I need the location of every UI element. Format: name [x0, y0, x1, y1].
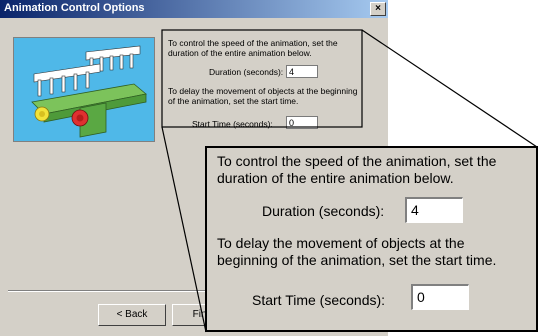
zoom-speed-line-2: duration of the entire animation below. — [217, 170, 454, 186]
zoom-start-time-input[interactable]: 0 — [411, 284, 469, 310]
zoomed-settings-callout: To control the speed of the animation, s… — [205, 146, 538, 332]
zoom-start-time-label: Start Time (seconds): — [252, 292, 386, 308]
zoom-duration-label: Duration (seconds): — [262, 203, 385, 219]
zoom-duration-input[interactable]: 4 — [405, 197, 463, 223]
zoom-speed-line-1: To control the speed of the animation, s… — [217, 153, 497, 169]
zoom-delay-line-1: To delay the movement of objects at the — [217, 235, 465, 251]
zoom-delay-line-2: beginning of the animation, set the star… — [217, 252, 497, 268]
